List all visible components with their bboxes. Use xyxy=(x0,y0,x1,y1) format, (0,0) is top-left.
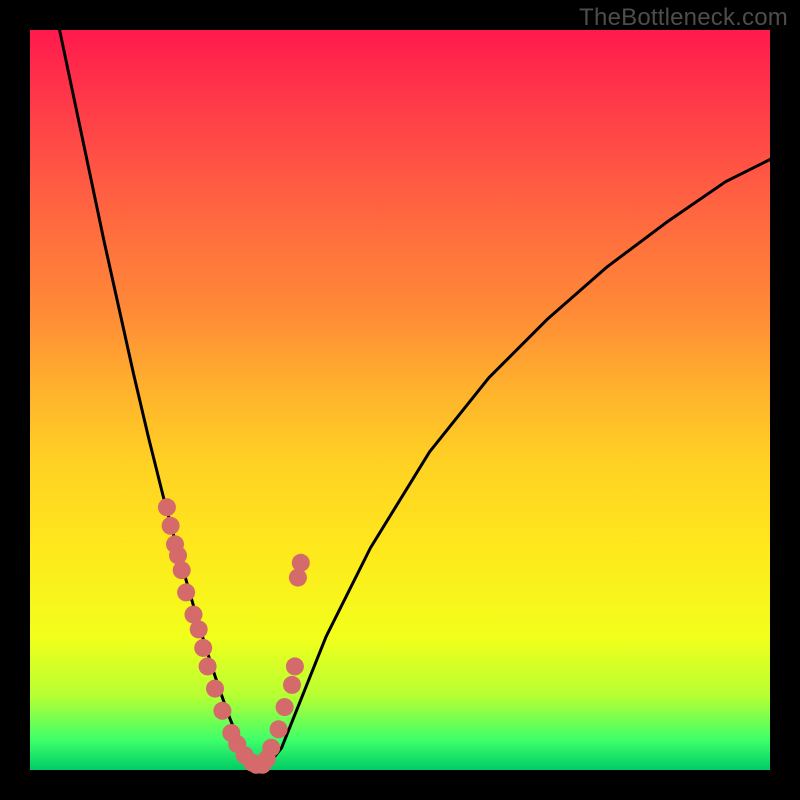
curve-line xyxy=(60,30,770,769)
curve-marker xyxy=(283,676,301,694)
curve-markers xyxy=(158,498,310,774)
chart-overlay xyxy=(30,30,770,770)
watermark-text: TheBottleneck.com xyxy=(579,4,788,32)
curve-marker xyxy=(190,620,208,638)
curve-marker xyxy=(276,698,294,716)
curve-marker xyxy=(286,657,304,675)
curve-marker xyxy=(262,739,280,757)
chart-plot-area xyxy=(30,30,770,770)
curve-marker xyxy=(177,583,195,601)
chart-frame: TheBottleneck.com xyxy=(0,0,800,800)
curve-marker xyxy=(173,561,191,579)
curve-marker xyxy=(270,720,288,738)
curve-marker xyxy=(213,702,231,720)
curve-marker xyxy=(162,517,180,535)
curve-marker xyxy=(199,657,217,675)
curve-marker xyxy=(158,498,176,516)
curve-marker xyxy=(206,680,224,698)
curve-marker xyxy=(292,554,310,572)
curve-marker xyxy=(194,639,212,657)
